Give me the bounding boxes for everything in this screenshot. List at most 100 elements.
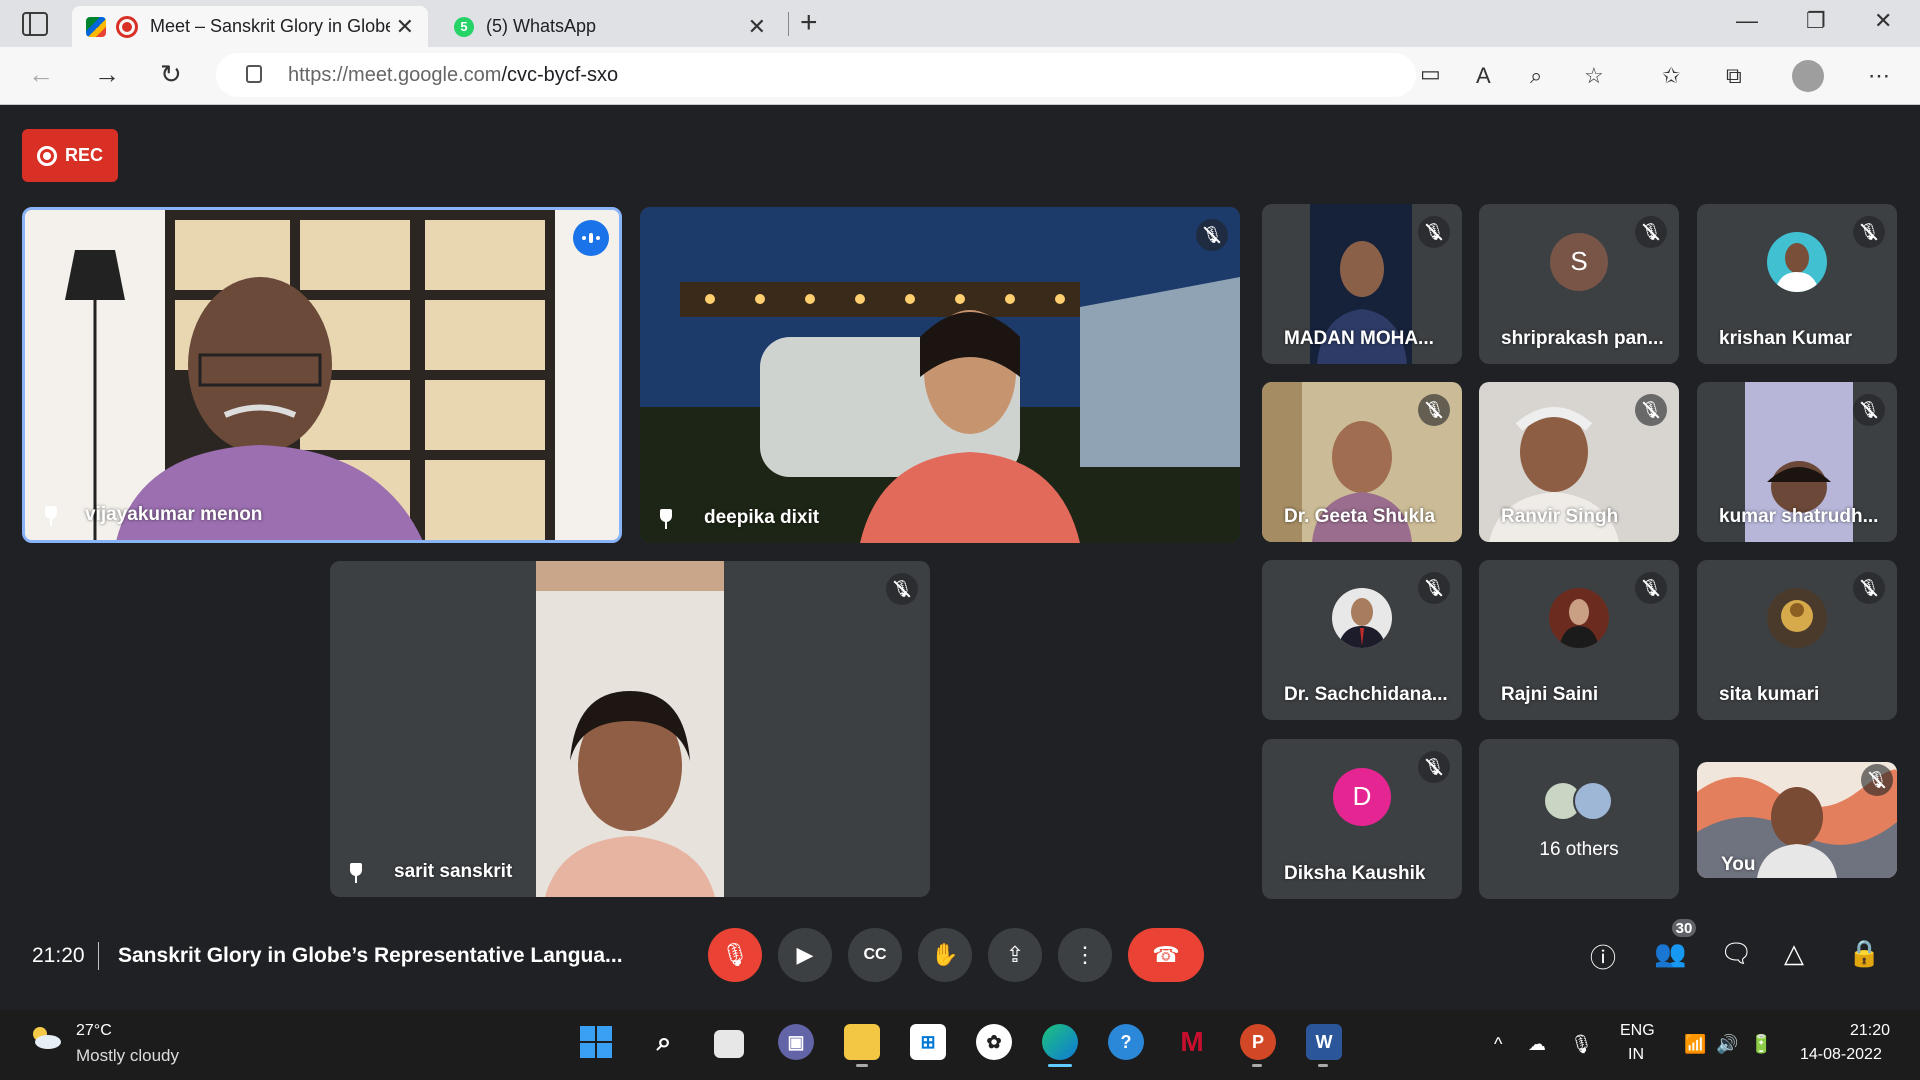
tab-meet[interactable]: Meet – Sanskrit Glory in Globe's Represe… [72,6,428,47]
wifi-icon[interactable]: 📶 [1684,1034,1706,1055]
leave-call-button[interactable]: ☎ [1128,928,1204,982]
read-aloud-icon[interactable]: A [1476,63,1491,89]
present-button[interactable]: ⇪ [988,928,1042,982]
search-icon[interactable]: ⌕ [646,1024,682,1060]
meeting-clock: 21:20 [32,944,85,967]
others-tile[interactable]: 16 others [1479,739,1679,899]
participant-tile[interactable]: D 🎙 Diksha Kaushik [1262,739,1462,899]
participant-tile[interactable]: 🎙 Rajni Saini [1479,560,1679,720]
system-date[interactable]: 14-08-2022 [1800,1046,1882,1064]
windows-start-icon[interactable] [578,1024,614,1060]
minimize-icon[interactable]: — [1736,8,1758,34]
camera-toggle-button[interactable]: ▶ [778,928,832,982]
input-language[interactable]: ENG [1620,1022,1655,1040]
raise-hand-button[interactable]: ✋ [918,928,972,982]
weather-description[interactable]: Mostly cloudy [76,1046,179,1066]
meeting-details-icon[interactable]: ⓘ [1590,938,1616,975]
forward-icon[interactable]: → [94,59,120,90]
edge-browser-icon[interactable] [1042,1024,1078,1060]
zoom-icon[interactable]: ⌕ [1530,63,1542,89]
self-view-tile[interactable]: 🎙 You [1697,762,1897,878]
avatar [1549,587,1609,648]
host-controls-icon[interactable]: 🔒 [1848,938,1880,969]
battery-icon[interactable]: 🔋 [1750,1034,1772,1055]
participant-name: Rajni Saini [1501,684,1599,705]
tab-whatsapp[interactable]: 5 (5) WhatsApp ✕ [440,6,780,47]
new-tab-button[interactable]: + [800,6,818,40]
collections-icon[interactable]: ⧉ [1726,63,1742,89]
system-time[interactable]: 21:20 [1850,1022,1890,1040]
microphone-icon[interactable]: 🎙 [1570,1034,1593,1055]
task-view-icon[interactable] [714,1030,744,1058]
address-bar-row: ← → ↻ https://meet.google.com/cvc-bycf-s… [0,47,1920,105]
participant-tile[interactable]: 🎙 krishan Kumar [1697,204,1897,364]
muted-mic-icon: 🎙 [1418,394,1450,426]
muted-mic-icon: 🎙 [886,573,918,605]
pin-icon[interactable] [348,863,364,883]
store-icon[interactable]: ⊞ [910,1024,946,1060]
participant-name: krishan Kumar [1719,328,1853,349]
participant-tile[interactable]: S 🎙 shriprakash pan... [1479,204,1679,364]
participant-tile[interactable]: 🎙 sarit sanskrit [330,561,930,897]
participant-name: sita kumari [1719,684,1820,705]
muted-mic-icon: 🎙 [1853,394,1885,426]
lock-icon[interactable] [246,65,262,83]
participant-tile[interactable]: 🎙 kumar shatrudh... [1697,382,1897,542]
recording-button[interactable]: REC [22,129,118,182]
volume-icon[interactable]: 🔊 [1716,1034,1738,1055]
profile-avatar[interactable] [1792,60,1824,92]
muted-mic-icon: 🎙 [1635,394,1667,426]
tab-title: Meet – Sanskrit Glory in Globe's Represe… [150,16,390,36]
show-hidden-icons-icon[interactable]: ^ [1494,1034,1502,1055]
muted-mic-icon: 🎙 [1635,216,1667,248]
participant-tile[interactable]: 🎙 sita kumari [1697,560,1897,720]
participant-name: MADAN MOHA... [1284,328,1434,349]
favorites-icon[interactable]: ✩ [1662,63,1680,89]
google-meet-icon [86,16,106,37]
teams-chat-icon[interactable]: ▣ [778,1024,814,1060]
weather-cloud-icon[interactable] [28,1024,62,1050]
close-window-icon[interactable]: ✕ [1874,8,1892,34]
input-region[interactable]: IN [1628,1046,1644,1064]
more-options-button[interactable]: ⋮ [1058,928,1112,982]
close-tab-button[interactable]: ✕ [396,14,414,40]
participant-tile[interactable]: vijayakumar menon [22,207,622,543]
participant-tile[interactable]: 🎙 deepika dixit [640,207,1240,543]
speaking-indicator-icon [573,220,609,256]
avatar [1767,587,1827,648]
weather-temperature[interactable]: 27°C [76,1022,112,1040]
pin-icon[interactable] [658,509,674,529]
pin-icon[interactable] [43,506,59,526]
chat-icon[interactable]: 🗨 [1720,938,1753,969]
avatar [1573,781,1613,821]
restore-icon[interactable]: ❐ [1806,8,1826,34]
more-menu-icon[interactable]: ⋯ [1868,63,1890,89]
url-field[interactable]: https://meet.google.com/cvc-bycf-sxo ▭ [216,53,1441,97]
close-tab-button[interactable]: ✕ [748,14,766,40]
captions-button[interactable]: CC [848,928,902,982]
participant-tile[interactable]: 🎙 Ranvir Singh [1479,382,1679,542]
active-indicator [1048,1064,1072,1067]
muted-mic-icon: 🎙 [1418,216,1450,248]
file-explorer-icon[interactable] [844,1024,880,1060]
tab-actions-icon[interactable] [22,12,48,36]
powerpoint-icon[interactable]: P [1240,1024,1276,1060]
get-help-icon[interactable]: ? [1108,1024,1144,1060]
onedrive-cloud-icon[interactable]: ☁ [1528,1034,1546,1055]
participant-tile[interactable]: 🎙 MADAN MOHA... [1262,204,1462,364]
active-indicator [856,1064,868,1067]
participant-tile[interactable]: 🎙 Dr. Sachchidana... [1262,560,1462,720]
camera-icon[interactable]: ▭ [1420,61,1441,87]
refresh-icon[interactable]: ↻ [160,59,182,90]
mic-toggle-button[interactable]: 🎙 [708,928,762,982]
back-icon[interactable]: ← [28,59,54,90]
mcafee-icon[interactable]: M [1174,1024,1210,1060]
people-icon[interactable]: 👥 [1654,938,1686,969]
chatgpt-icon[interactable]: ✿ [976,1024,1012,1060]
participant-tile[interactable]: 🎙 Dr. Geeta Shukla [1262,382,1462,542]
rec-label: REC [64,145,103,165]
word-icon[interactable]: W [1306,1024,1342,1060]
present-screen-icon: ⇪ [1005,942,1025,967]
activities-icon[interactable]: △ [1784,938,1804,969]
add-favorite-icon[interactable]: ☆ [1584,63,1604,89]
